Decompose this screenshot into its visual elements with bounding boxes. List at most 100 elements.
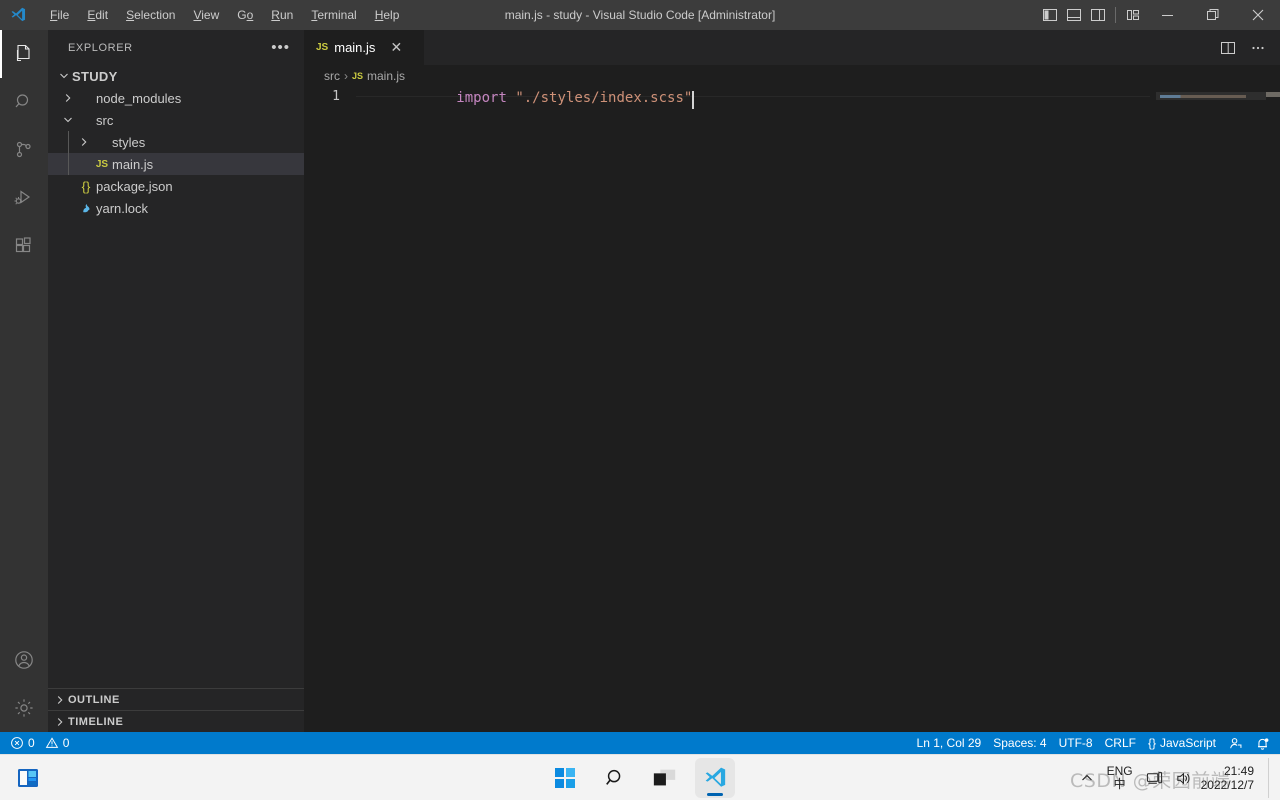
chevron-down-icon bbox=[60, 109, 76, 131]
minimap-code-line bbox=[1160, 95, 1246, 98]
volume-icon[interactable] bbox=[1172, 758, 1195, 798]
problems-errors[interactable]: 0 0 bbox=[4, 732, 75, 754]
code-line-1[interactable]: 1 import "./styles/index.scss" bbox=[304, 87, 695, 109]
show-desktop-button[interactable] bbox=[1268, 758, 1274, 798]
chevron-right-icon bbox=[52, 711, 68, 733]
activity-source-control[interactable] bbox=[0, 126, 48, 174]
editor-selection[interactable]: Ln 1, Col 29 bbox=[911, 732, 988, 754]
sidebar-more-actions-icon[interactable]: ••• bbox=[265, 40, 296, 55]
menu-run-rest: un bbox=[279, 8, 294, 22]
start-button[interactable] bbox=[545, 758, 585, 798]
tree-item-package-json[interactable]: {} package.json bbox=[48, 175, 304, 197]
editor-eol[interactable]: CRLF bbox=[1099, 732, 1142, 754]
js-file-icon: JS bbox=[95, 158, 109, 170]
activity-search[interactable] bbox=[0, 78, 48, 126]
menu-bar: File Edit Selection View Go Run Terminal… bbox=[41, 0, 408, 30]
activity-run-debug[interactable] bbox=[0, 174, 48, 222]
tree-item-node_modules[interactable]: node_modules bbox=[48, 87, 304, 109]
menu-go[interactable]: Go bbox=[229, 4, 261, 26]
clock-date: 2022/12/7 bbox=[1200, 778, 1254, 792]
chevron-right-icon bbox=[60, 87, 76, 109]
clock[interactable]: 21:49 2022/12/7 bbox=[1201, 764, 1260, 792]
activity-bar bbox=[0, 30, 48, 732]
tree-item-yarn-lock[interactable]: yarn.lock bbox=[48, 197, 304, 219]
activity-settings[interactable] bbox=[0, 684, 48, 732]
menu-view[interactable]: View bbox=[185, 4, 227, 26]
tree-item-label: yarn.lock bbox=[96, 200, 149, 216]
network-icon[interactable] bbox=[1143, 758, 1166, 798]
breadcrumb-item-src[interactable]: src bbox=[324, 69, 340, 83]
vscode-logo-icon bbox=[705, 767, 726, 787]
token-string: "./styles/index.scss" bbox=[515, 89, 693, 106]
task-view-icon bbox=[653, 769, 676, 786]
menu-run[interactable]: Run bbox=[263, 4, 301, 26]
task-view-button[interactable] bbox=[645, 758, 685, 798]
json-file-icon: {} bbox=[81, 178, 91, 194]
notifications-bell[interactable] bbox=[1249, 732, 1276, 754]
code-editor[interactable]: 1 import "./styles/index.scss" bbox=[304, 87, 1280, 732]
tree-root-study[interactable]: STUDY bbox=[48, 65, 304, 87]
clock-time: 21:49 bbox=[1223, 764, 1254, 778]
search-button[interactable] bbox=[595, 758, 635, 798]
sidebar-section-outline[interactable]: OUTLINE bbox=[48, 688, 304, 710]
tray-overflow-button[interactable] bbox=[1077, 758, 1097, 798]
title-bar: File Edit Selection View Go Run Terminal… bbox=[0, 0, 1280, 30]
breadcrumb-item-file[interactable]: main.js bbox=[367, 69, 405, 83]
activity-accounts[interactable] bbox=[0, 636, 48, 684]
menu-help-rest: elp bbox=[383, 8, 400, 22]
menu-terminal[interactable]: Terminal bbox=[303, 4, 364, 26]
vscode-logo-icon[interactable] bbox=[0, 0, 35, 30]
error-circle-icon bbox=[11, 737, 23, 749]
windows-taskbar: ENG 中 21:49 2022/12/7 bbox=[0, 754, 1280, 800]
indent-guide bbox=[68, 153, 69, 175]
editor-language[interactable]: {} JavaScript bbox=[1142, 732, 1222, 754]
tree-twistie-spacer bbox=[60, 197, 76, 219]
minimap[interactable] bbox=[1156, 87, 1266, 732]
account-icon bbox=[15, 651, 33, 669]
toggle-panel-icon[interactable] bbox=[1062, 0, 1086, 30]
search-icon bbox=[15, 94, 29, 108]
more-editor-actions-button[interactable] bbox=[1244, 34, 1272, 62]
tab-main-js[interactable]: JS main.js ✕ bbox=[304, 30, 424, 65]
minimize-button[interactable] bbox=[1145, 0, 1190, 30]
activity-explorer[interactable] bbox=[0, 30, 48, 78]
sidebar-header: EXPLORER ••• bbox=[48, 30, 304, 65]
lock-file-icon bbox=[76, 202, 96, 215]
primary-sidebar: EXPLORER ••• STUDY node_modules src styl… bbox=[48, 30, 304, 732]
text-cursor bbox=[692, 90, 695, 109]
vscode-window: File Edit Selection View Go Run Terminal… bbox=[0, 0, 1280, 800]
menu-selection[interactable]: Selection bbox=[118, 4, 183, 26]
js-file-icon: JS bbox=[316, 42, 329, 53]
line-content[interactable]: import "./styles/index.scss" bbox=[356, 87, 695, 122]
customize-layout-icon[interactable] bbox=[1121, 0, 1145, 30]
close-icon[interactable]: ✕ bbox=[387, 39, 405, 57]
ime-indicator[interactable]: ENG 中 bbox=[1103, 765, 1137, 791]
menu-selection-rest: election bbox=[134, 8, 176, 22]
feedback-button[interactable] bbox=[1222, 732, 1249, 754]
sidebar-section-timeline[interactable]: TIMELINE bbox=[48, 710, 304, 732]
taskbar-vscode[interactable] bbox=[695, 758, 735, 798]
indent-guide bbox=[68, 131, 69, 153]
titlebar-divider bbox=[1115, 7, 1116, 23]
tree-item-src[interactable]: src bbox=[48, 109, 304, 131]
line-number: 1 bbox=[332, 89, 340, 104]
split-editor-right-button[interactable] bbox=[1214, 34, 1242, 62]
toggle-secondary-sidebar-icon[interactable] bbox=[1086, 0, 1110, 30]
warnings-count: 0 bbox=[62, 736, 70, 750]
menu-file[interactable]: File bbox=[42, 4, 77, 26]
tree-item-styles[interactable]: styles bbox=[48, 131, 304, 153]
breadcrumb: src › JS main.js bbox=[304, 65, 1280, 87]
menu-help[interactable]: Help bbox=[367, 4, 408, 26]
menu-edit-rest: dit bbox=[95, 8, 109, 22]
activity-extensions[interactable] bbox=[0, 222, 48, 270]
status-bar: 0 0 Ln 1, Col 29 Spaces: 4 UTF-8 CRLF {}… bbox=[0, 732, 1280, 754]
toggle-primary-sidebar-icon[interactable] bbox=[1038, 0, 1062, 30]
tree-item-label: src bbox=[96, 112, 114, 128]
tree-item-main-js[interactable]: JS main.js bbox=[48, 153, 304, 175]
close-button[interactable] bbox=[1235, 0, 1280, 30]
editor-indentation[interactable]: Spaces: 4 bbox=[987, 732, 1052, 754]
editor-encoding[interactable]: UTF-8 bbox=[1053, 732, 1099, 754]
menu-edit[interactable]: Edit bbox=[79, 4, 116, 26]
maximize-button[interactable] bbox=[1190, 0, 1235, 30]
overview-ruler[interactable] bbox=[1266, 87, 1280, 732]
